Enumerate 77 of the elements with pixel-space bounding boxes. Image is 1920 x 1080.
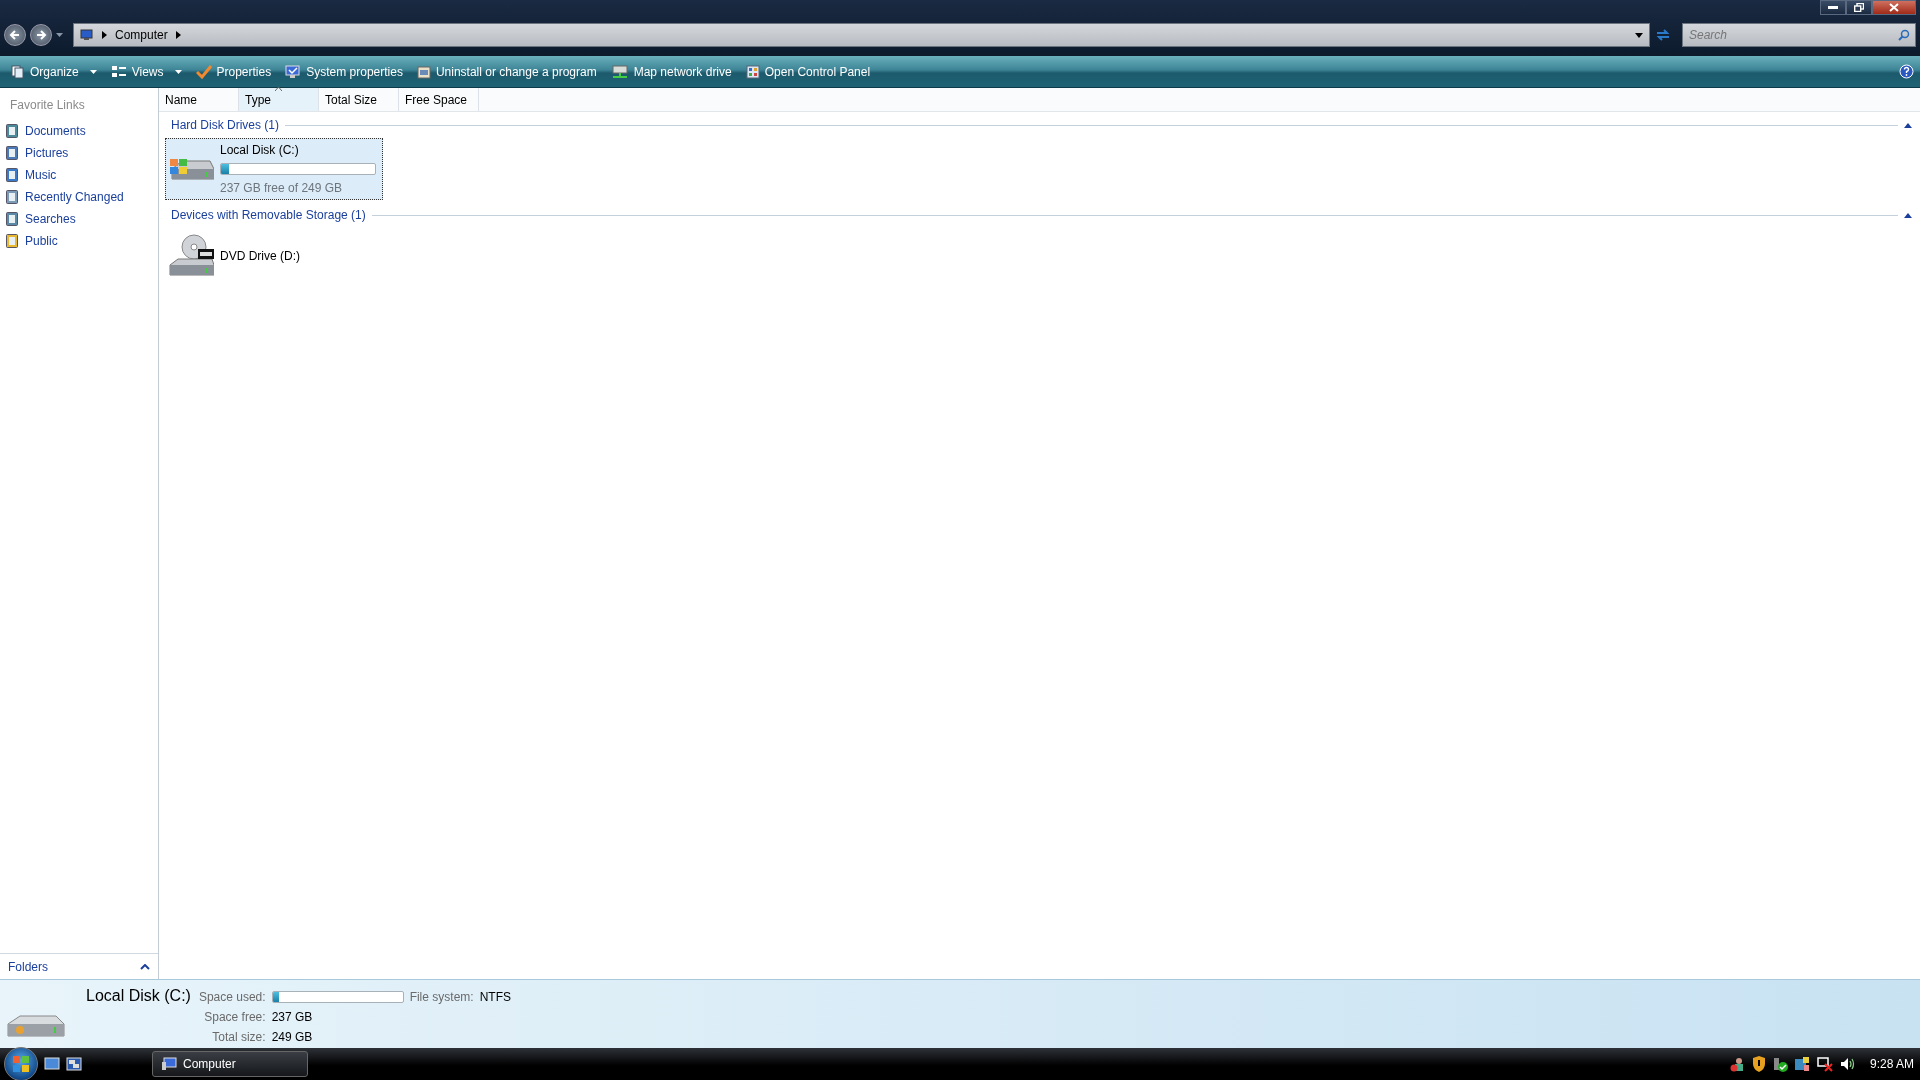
- show-desktop-icon[interactable]: [44, 1057, 60, 1071]
- switch-windows-icon[interactable]: [66, 1057, 82, 1071]
- speaker-icon[interactable]: [1839, 1056, 1856, 1072]
- toolbar-button[interactable]: Map network drive: [605, 59, 737, 84]
- toolbar-button[interactable]: Open Control Panel: [740, 59, 876, 84]
- computer-icon: [80, 29, 94, 41]
- column-header[interactable]: Free Space: [399, 88, 479, 111]
- minimize-button[interactable]: [1820, 0, 1846, 15]
- forward-arrow-icon: [35, 29, 47, 41]
- drive-name: Local Disk (C:): [220, 142, 300, 159]
- forward-button[interactable]: [30, 24, 52, 46]
- drive-item[interactable]: DVD Drive (D:): [165, 228, 383, 282]
- computer-icon: [161, 1057, 177, 1071]
- breadcrumb-item[interactable]: Computer: [115, 26, 168, 44]
- collapse-icon[interactable]: [1904, 212, 1912, 218]
- program-box-icon: [416, 64, 431, 79]
- refresh-icon[interactable]: [1654, 27, 1672, 43]
- clock[interactable]: 9:28 AM: [1869, 1055, 1914, 1073]
- start-button[interactable]: [4, 1047, 38, 1080]
- history-dropdown-icon[interactable]: [56, 33, 63, 37]
- taskbar-button[interactable]: Computer: [152, 1051, 308, 1077]
- monitor-icon: [285, 64, 302, 79]
- back-button[interactable]: [4, 24, 26, 46]
- restore-button[interactable]: [1846, 0, 1872, 15]
- search-icon[interactable]: [1898, 29, 1910, 41]
- close-button[interactable]: [1872, 0, 1916, 15]
- document-icon: [6, 124, 18, 138]
- field-label: File system:: [409, 989, 474, 1006]
- minimize-icon: [1828, 5, 1838, 10]
- sidebar-link[interactable]: Documents: [0, 120, 158, 142]
- section-title: Favorite Links: [9, 97, 86, 114]
- drive-name: DVD Drive (D:): [220, 248, 300, 265]
- toolbar-button[interactable]: Uninstall or change a program: [411, 59, 602, 84]
- restore-icon: [1854, 3, 1864, 12]
- dvd-drive-icon: [168, 233, 214, 279]
- toolbar-button[interactable]: Views: [105, 59, 187, 84]
- help-icon[interactable]: [1899, 64, 1914, 79]
- shield-warning-icon[interactable]: [1751, 1056, 1766, 1072]
- field-value: 249 GB: [271, 1029, 314, 1046]
- sidebar-link[interactable]: Searches: [0, 208, 158, 230]
- sidebar-link[interactable]: Public: [0, 230, 158, 252]
- control-panel-icon: [745, 64, 760, 79]
- network-drive-icon: [610, 64, 629, 79]
- group-header[interactable]: Devices with Removable Storage (1): [171, 206, 366, 224]
- toolbar-button[interactable]: System properties: [280, 59, 408, 84]
- field-value: NTFS: [479, 989, 511, 1006]
- dropdown-icon[interactable]: [1635, 32, 1643, 38]
- network-disconnected-icon[interactable]: [1815, 1056, 1834, 1072]
- toolbar-button[interactable]: Organize: [6, 59, 102, 84]
- computer-check-icon[interactable]: [1771, 1056, 1788, 1072]
- group-header[interactable]: Hard Disk Drives (1): [171, 116, 279, 134]
- view-grid-icon: [110, 64, 127, 79]
- field-value: 237 GB: [271, 1009, 314, 1026]
- search-field[interactable]: Search: [1682, 23, 1916, 47]
- windows-icon[interactable]: [1793, 1056, 1810, 1072]
- column-header[interactable]: Type: [239, 88, 319, 111]
- breadcrumb-arrow-icon[interactable]: [102, 31, 107, 39]
- checkmark-icon: [195, 64, 212, 79]
- pages-icon: [11, 64, 25, 79]
- column-header[interactable]: Total Size: [319, 88, 399, 111]
- sidebar-link[interactable]: Recently Changed: [0, 186, 158, 208]
- address-bar[interactable]: Computer: [73, 23, 1650, 47]
- free-space-text: 237 GB free of 249 GB: [220, 180, 344, 197]
- toolbar-button[interactable]: Properties: [190, 59, 277, 84]
- sidebar-link[interactable]: Pictures: [0, 142, 158, 164]
- user-error-icon[interactable]: [1729, 1056, 1746, 1072]
- field-label: Space free:: [203, 1009, 266, 1026]
- windows-logo-icon: [12, 1055, 30, 1073]
- collapse-icon[interactable]: [1904, 122, 1912, 128]
- back-arrow-icon: [9, 29, 21, 41]
- drive-item[interactable]: Local Disk (C:) 237 GB free of 249 GB: [165, 138, 383, 200]
- breadcrumb-arrow-icon[interactable]: [175, 31, 181, 39]
- sidebar-link[interactable]: Music: [0, 164, 158, 186]
- field-label: Space used:: [198, 989, 266, 1006]
- drive-name: Local Disk (C:): [86, 986, 191, 1006]
- close-icon: [1889, 3, 1899, 12]
- field-label: Total size:: [211, 1029, 266, 1046]
